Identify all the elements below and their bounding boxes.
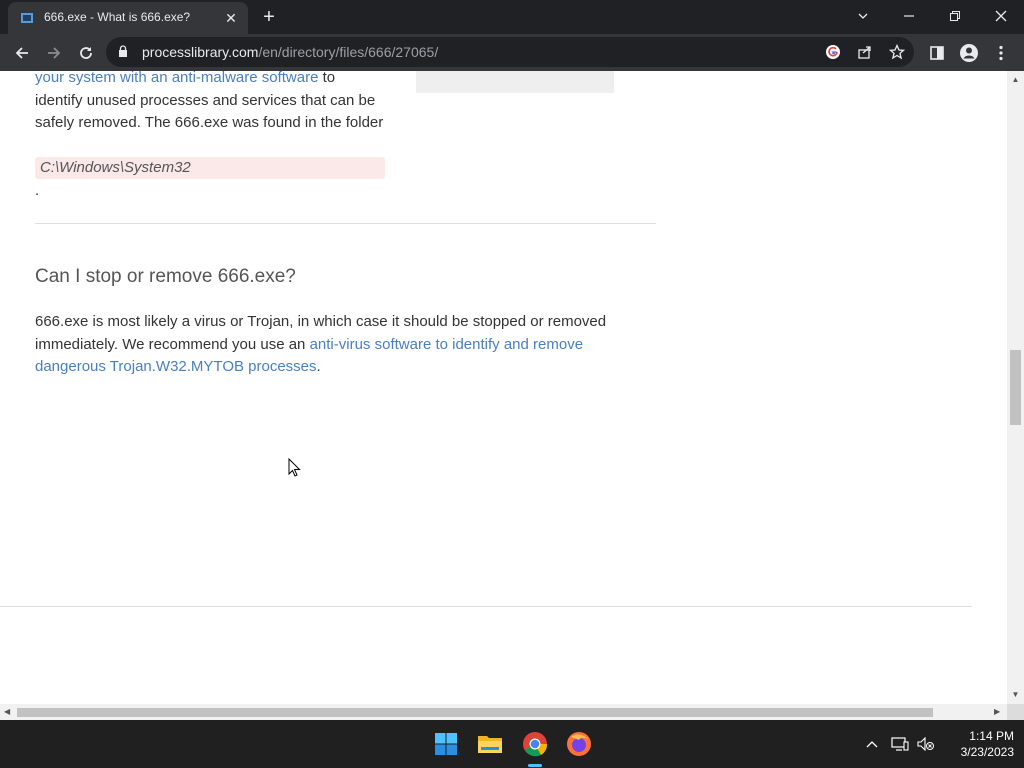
removal-period: . <box>316 358 321 375</box>
anti-malware-link[interactable]: your system with an anti-malware softwar… <box>35 71 318 86</box>
bookmark-star-icon[interactable] <box>887 42 907 62</box>
tab-strip: 666.exe - What is 666.exe? ✕ + <box>0 0 1024 34</box>
side-panel-icon[interactable] <box>926 42 948 64</box>
profile-avatar-icon[interactable] <box>958 42 980 64</box>
show-hidden-icons-icon[interactable] <box>862 734 882 754</box>
address-bar[interactable]: processlibrary.com/en/directory/files/66… <box>106 37 914 67</box>
scroll-up-arrow-icon[interactable]: ▲ <box>1011 75 1020 84</box>
folder-paragraph: your system with an anti-malware softwar… <box>35 71 385 135</box>
sidebar-box <box>416 71 614 93</box>
google-lens-icon[interactable] <box>823 42 843 62</box>
system-clock[interactable]: 1:14 PM 3/23/2023 <box>940 728 1014 760</box>
start-icon[interactable] <box>430 728 462 760</box>
active-app-indicator <box>528 764 542 767</box>
section-divider <box>35 223 656 224</box>
footer-divider <box>0 606 972 607</box>
forward-button[interactable] <box>40 39 68 67</box>
scroll-left-arrow-icon[interactable]: ◀ <box>4 707 10 716</box>
path-period: . <box>35 182 40 199</box>
share-icon[interactable] <box>855 42 875 62</box>
tab-search-icon[interactable] <box>840 0 886 32</box>
folder-path: C:\Windows\System32 <box>35 157 385 179</box>
clock-time: 1:14 PM <box>969 729 1014 743</box>
tab-close-icon[interactable]: ✕ <box>222 9 240 27</box>
browser-menu-icon[interactable] <box>990 42 1012 64</box>
new-tab-button[interactable]: + <box>258 6 280 28</box>
url-text[interactable]: processlibrary.com/en/directory/files/66… <box>142 44 438 60</box>
vertical-scrollbar[interactable]: ▲ ▼ <box>1007 71 1024 704</box>
back-button[interactable] <box>8 39 36 67</box>
horizontal-scroll-thumb[interactable] <box>17 708 933 717</box>
network-icon[interactable] <box>890 734 910 754</box>
tab-title: 666.exe - What is 666.exe? <box>44 10 191 24</box>
chrome-icon[interactable] <box>519 728 551 760</box>
browser-toolbar: processlibrary.com/en/directory/files/66… <box>0 34 1024 71</box>
scrollbar-corner <box>1007 704 1024 720</box>
horizontal-scrollbar[interactable]: ◀ ▶ <box>0 704 1007 720</box>
clock-date: 3/23/2023 <box>960 745 1014 759</box>
close-window-button[interactable] <box>978 0 1024 32</box>
windows-taskbar: 1:14 PM 3/23/2023 <box>0 720 1024 768</box>
firefox-icon[interactable] <box>563 728 595 760</box>
mouse-cursor-icon <box>288 458 301 477</box>
scroll-right-arrow-icon[interactable]: ▶ <box>994 707 1000 716</box>
lock-icon[interactable] <box>118 45 128 58</box>
browser-tab[interactable]: 666.exe - What is 666.exe? ✕ <box>8 2 248 34</box>
scroll-down-arrow-icon[interactable]: ▼ <box>1011 690 1020 699</box>
file-explorer-icon[interactable] <box>474 728 506 760</box>
minimize-button[interactable] <box>886 0 932 32</box>
reload-button[interactable] <box>72 39 100 67</box>
section-heading: Can I stop or remove 666.exe? <box>35 266 296 287</box>
vertical-scroll-thumb[interactable] <box>1010 350 1021 425</box>
volume-muted-icon[interactable] <box>916 734 936 754</box>
restore-button[interactable] <box>932 0 978 32</box>
page-viewport: your system with an anti-malware softwar… <box>0 71 1007 704</box>
removal-paragraph: 666.exe is most likely a virus or Trojan… <box>35 311 655 379</box>
site-favicon-icon <box>21 13 33 23</box>
